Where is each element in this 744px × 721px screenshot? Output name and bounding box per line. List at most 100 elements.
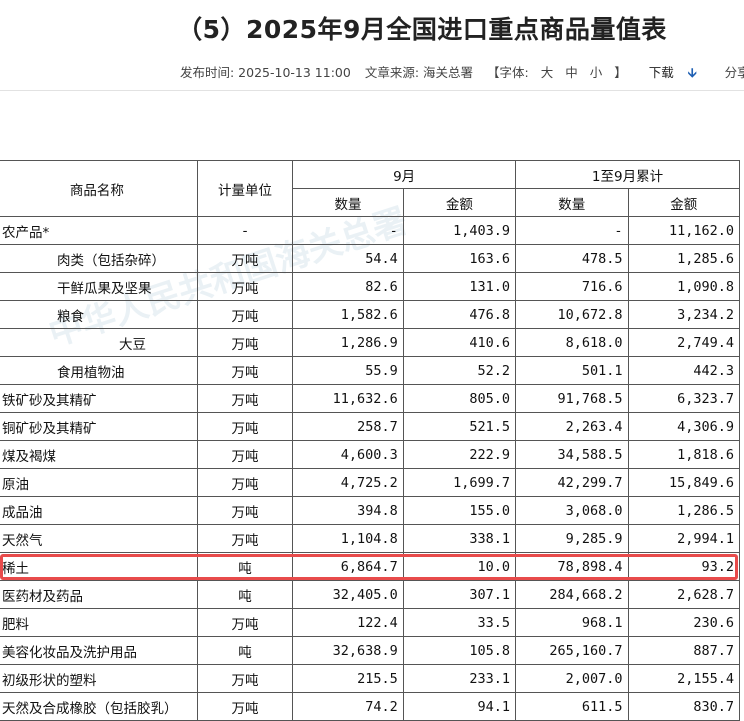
unit-cell: 吨 (196, 552, 294, 581)
cumulative-qty-cell: 501.1 (514, 356, 629, 385)
product-name-cell: 稀土 (0, 552, 198, 581)
month-amount-cell: 10.0 (402, 552, 516, 581)
cumulative-amount-cell: 4,306.9 (627, 412, 741, 441)
cumulative-amount-cell: 1,285.6 (627, 244, 741, 273)
cumulative-qty-cell: 78,898.4 (514, 552, 629, 581)
font-size-label: 【字体: (486, 65, 529, 80)
font-size-large[interactable]: 大 (541, 65, 554, 80)
cumulative-qty-cell: 2,007.0 (514, 664, 629, 693)
product-name-cell: 天然及合成橡胶（包括胶乳） (0, 692, 198, 721)
table-row: 美容化妆品及洗护用品吨 32,638.9 105.8 265,160.7 887.7 (0, 636, 741, 665)
cumulative-qty-cell: 2,263.4 (514, 412, 629, 441)
table-row: 医药材及药品吨 32,405.0 307.1 284,668.2 2,628.7 (0, 580, 741, 609)
font-size-small[interactable]: 小 (590, 65, 603, 80)
product-name-cell: 美容化妆品及洗护用品 (0, 636, 198, 665)
month-amount-cell: 233.1 (402, 664, 516, 693)
download-link[interactable]: 下载 (649, 65, 674, 80)
cumulative-amount-cell: 887.7 (627, 636, 741, 665)
product-name-cell: 煤及褐煤 (0, 440, 198, 469)
unit-cell: 万吨 (196, 664, 294, 693)
header-month-amount: 金额 (402, 188, 516, 217)
share-link[interactable]: 分享 (725, 65, 744, 80)
month-qty-cell: 55.9 (292, 356, 404, 385)
article-source: 文章来源: 海关总署 (364, 65, 473, 80)
month-qty-cell: 4,600.3 (292, 440, 404, 469)
article-meta: 发布时间: 2025-10-13 11:00 文章来源: 海关总署 【字体: 大… (180, 62, 744, 85)
month-qty-cell: 215.5 (292, 664, 404, 693)
header-product-name: 商品名称 (0, 160, 198, 217)
publish-time: 发布时间: 2025-10-13 11:00 (180, 65, 351, 80)
month-amount-cell: 338.1 (402, 524, 516, 553)
cumulative-qty-cell: 716.6 (514, 272, 629, 301)
unit-cell: 万吨 (196, 692, 294, 721)
month-amount-cell: 33.5 (402, 608, 516, 637)
font-size-close: 】 (614, 65, 627, 80)
download-arrow-icon[interactable]: 🡫 (688, 64, 697, 85)
cumulative-amount-cell: 3,234.2 (627, 300, 741, 329)
table-row: 食用植物油 万吨 55.9 52.2 501.1 442.3 (0, 356, 741, 385)
cumulative-qty-cell: 91,768.5 (514, 384, 629, 413)
unit-cell: 万吨 (196, 272, 294, 301)
month-qty-cell: 6,864.7 (292, 552, 404, 581)
cumulative-qty-cell: 10,672.8 (514, 300, 629, 329)
unit-cell: 万吨 (196, 244, 294, 273)
cumulative-amount-cell: 2,994.1 (627, 524, 741, 553)
cumulative-qty-cell: 8,618.0 (514, 328, 629, 357)
cumulative-amount-cell: 11,162.0 (627, 216, 741, 245)
month-amount-cell: 155.0 (402, 496, 516, 525)
month-qty-cell: 1,104.8 (292, 524, 404, 553)
font-size-medium[interactable]: 中 (565, 65, 578, 80)
product-name-cell: 天然气 (0, 524, 198, 553)
month-amount-cell: 163.6 (402, 244, 516, 273)
cumulative-amount-cell: 830.7 (627, 692, 741, 721)
table-row: 铁矿砂及其精矿 万吨 11,632.6 805.0 91,768.5 6,323.7 (0, 384, 741, 413)
product-name-cell: 肉类（包括杂碎） (0, 244, 198, 273)
table-row: 天然气 万吨 1,104.8 338.1 9,285.9 2,994.1 (0, 524, 741, 553)
header-cumulative: 1至9月累计 (514, 160, 741, 189)
header-divider (0, 90, 744, 91)
table-row: 稀土吨 6,864.7 10.0 78,898.4 93.2 (0, 552, 741, 581)
table-row: 干鲜瓜果及坚果 万吨 82.6 131.0 716.6 1,090.8 (0, 272, 741, 301)
month-amount-cell: 1,699.7 (402, 468, 516, 497)
product-name-cell: 铜矿砂及其精矿 (0, 412, 198, 441)
month-amount-cell: 307.1 (402, 580, 516, 609)
product-name-cell: 医药材及药品 (0, 580, 198, 609)
table-row: 农产品* - -1,403.9-11,162.0 (0, 216, 741, 245)
header-unit: 计量单位 (196, 160, 294, 217)
unit-cell: 万吨 (196, 468, 294, 497)
month-qty-cell: 74.2 (292, 692, 404, 721)
month-amount-cell: 410.6 (402, 328, 516, 357)
table-row: 肥料 万吨 122.4 33.5 968.1 230.6 (0, 608, 741, 637)
product-name-cell: 食用植物油 (0, 356, 198, 385)
table-row: 肉类（包括杂碎） 万吨 54.4 163.6 478.5 1,285.6 (0, 244, 741, 273)
product-name-cell: 大豆 (0, 328, 198, 357)
month-amount-cell: 521.5 (402, 412, 516, 441)
month-qty-cell: 1,582.6 (292, 300, 404, 329)
month-qty-cell: 258.7 (292, 412, 404, 441)
unit-cell: 万吨 (196, 384, 294, 413)
table-row: 原油 万吨 4,725.2 1,699.7 42,299.7 15,849.6 (0, 468, 741, 497)
unit-cell: - (196, 216, 294, 245)
month-qty-cell: 32,638.9 (292, 636, 404, 665)
month-amount-cell: 131.0 (402, 272, 516, 301)
cumulative-qty-cell: 478.5 (514, 244, 629, 273)
cumulative-qty-cell: 611.5 (514, 692, 629, 721)
page-title: （5）2025年9月全国进口重点商品量值表 (177, 15, 667, 44)
cumulative-amount-cell: 1,286.5 (627, 496, 741, 525)
product-name-cell: 粮食 (0, 300, 198, 329)
product-name-cell: 成品油 (0, 496, 198, 525)
unit-cell: 吨 (196, 636, 294, 665)
import-data-table: 商品名称 计量单位 9月 1至9月累计 数量 金额 数量 金额 农产品* - -1,… (0, 160, 741, 721)
cumulative-amount-cell: 1,818.6 (627, 440, 741, 469)
product-name-cell: 农产品* (0, 216, 198, 245)
unit-cell: 万吨 (196, 524, 294, 553)
unit-cell: 万吨 (196, 496, 294, 525)
month-amount-cell: 1,403.9 (402, 216, 516, 245)
month-qty-cell: 11,632.6 (292, 384, 404, 413)
cumulative-qty-cell: 265,160.7 (514, 636, 629, 665)
product-name-cell: 初级形状的塑料 (0, 664, 198, 693)
unit-cell: 万吨 (196, 608, 294, 637)
product-name-cell: 原油 (0, 468, 198, 497)
font-size-control: 【字体: 大 中 小 】 (487, 65, 639, 80)
unit-cell: 万吨 (196, 412, 294, 441)
